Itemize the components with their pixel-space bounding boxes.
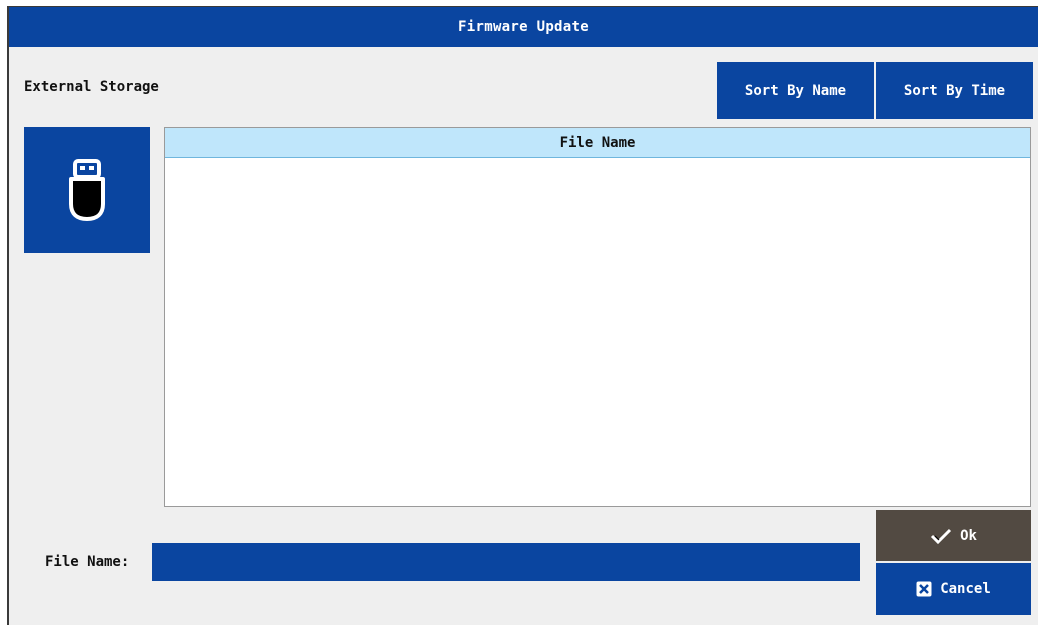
ok-button[interactable]: Ok [876,510,1031,561]
check-icon [930,528,952,544]
file-name-column-label: File Name [559,134,636,151]
ok-label: Ok [960,527,977,544]
close-icon [916,581,932,597]
file-list[interactable]: File Name [164,127,1031,507]
title-bar: Firmware Update [9,7,1038,47]
cancel-button[interactable]: Cancel [876,563,1031,615]
cancel-label: Cancel [940,581,991,597]
file-name-input[interactable] [152,543,860,581]
file-name-column-header[interactable]: File Name [165,128,1030,158]
firmware-update-dialog: Firmware Update External Storage Sort By… [7,6,1038,625]
storage-label: External Storage [24,79,159,95]
file-name-label: File Name: [45,554,130,570]
usb-storage-button[interactable] [24,127,150,253]
usb-drive-icon [67,158,107,222]
sort-by-name-button[interactable]: Sort By Name [717,62,874,119]
sort-by-time-label: Sort By Time [903,82,1006,99]
dialog-title: Firmware Update [458,19,589,35]
sort-by-time-button[interactable]: Sort By Time [876,62,1033,119]
sort-by-name-label: Sort By Name [744,82,847,99]
